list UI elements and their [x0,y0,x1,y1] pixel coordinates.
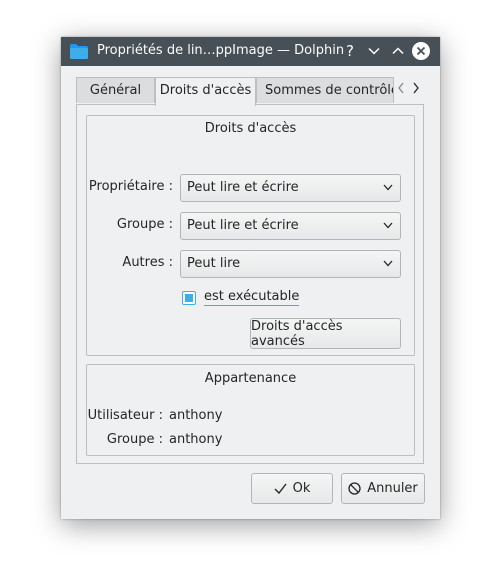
chevron-down-icon [383,184,393,191]
properties-dialog: Propriétés de lin…ppImage — Dolphin ? Gé… [61,37,440,519]
owner-permission-select[interactable]: Peut lire et écrire [180,174,401,202]
others-label: Autres : [122,255,173,270]
maximize-button[interactable] [388,41,408,61]
chevron-up-icon [392,47,404,55]
tab-permissions[interactable]: Droits d'accès [155,77,256,106]
chevron-left-icon [398,82,404,94]
group-label: Groupe : [116,217,173,232]
cancel-button[interactable]: Annuler [341,473,425,504]
help-icon: ? [346,42,354,60]
minimize-button[interactable] [364,41,384,61]
permissions-group: Droits d'accès Propriétaire : Peut lire … [86,115,415,356]
user-label: Utilisateur : [87,408,163,423]
ownership-group-title: Appartenance [204,371,297,386]
chevron-right-icon [413,82,419,94]
user-value: anthony [169,408,223,423]
chevron-down-icon [383,260,393,267]
close-icon [416,46,426,56]
owner-permission-value: Peut lire et écrire [187,180,299,195]
tab-general[interactable]: Général [76,77,155,103]
owner-group-value: anthony [169,432,223,447]
close-button[interactable] [412,42,430,60]
folder-icon [70,44,88,59]
advanced-permissions-button[interactable]: Droits d'accès avancés [250,318,401,349]
title-bar[interactable]: Propriétés de lin…ppImage — Dolphin ? [61,37,440,66]
ok-button[interactable]: Ok [251,473,333,504]
window-title: Propriétés de lin…ppImage — Dolphin [97,43,345,58]
group-permission-select[interactable]: Peut lire et écrire [180,212,401,240]
owner-label: Propriétaire : [88,179,173,194]
checkbox-box[interactable] [182,291,196,305]
chevron-down-icon [368,47,380,55]
others-permission-select[interactable]: Peut lire [180,250,401,278]
tab-scroll-right-button[interactable] [412,82,420,98]
advanced-permissions-label: Droits d'accès avancés [251,318,343,349]
tab-scroll-left-button[interactable] [397,82,405,98]
help-button[interactable]: ? [340,41,360,61]
cancel-label: Annuler [367,481,418,496]
checkmark-icon [274,483,287,494]
tab-label: Général [89,83,142,98]
tab-label: Droits d'accès [159,83,252,98]
permissions-panel: Droits d'accès Propriétaire : Peut lire … [76,104,424,464]
checkbox-checked-mark [185,294,193,302]
owner-group-label: Groupe : [106,432,163,447]
permissions-group-title: Droits d'accès [204,121,297,136]
tab-label: Sommes de contrôle [265,83,394,98]
tab-checksums[interactable]: Sommes de contrôle [256,77,394,103]
cancel-icon [348,482,361,495]
executable-label[interactable]: est exécutable [204,289,300,306]
ownership-group: Appartenance Utilisateur : anthony Group… [86,364,415,456]
group-permission-value: Peut lire et écrire [187,218,299,233]
ok-label: Ok [292,481,311,496]
others-permission-value: Peut lire [187,256,241,271]
chevron-down-icon [383,222,393,229]
